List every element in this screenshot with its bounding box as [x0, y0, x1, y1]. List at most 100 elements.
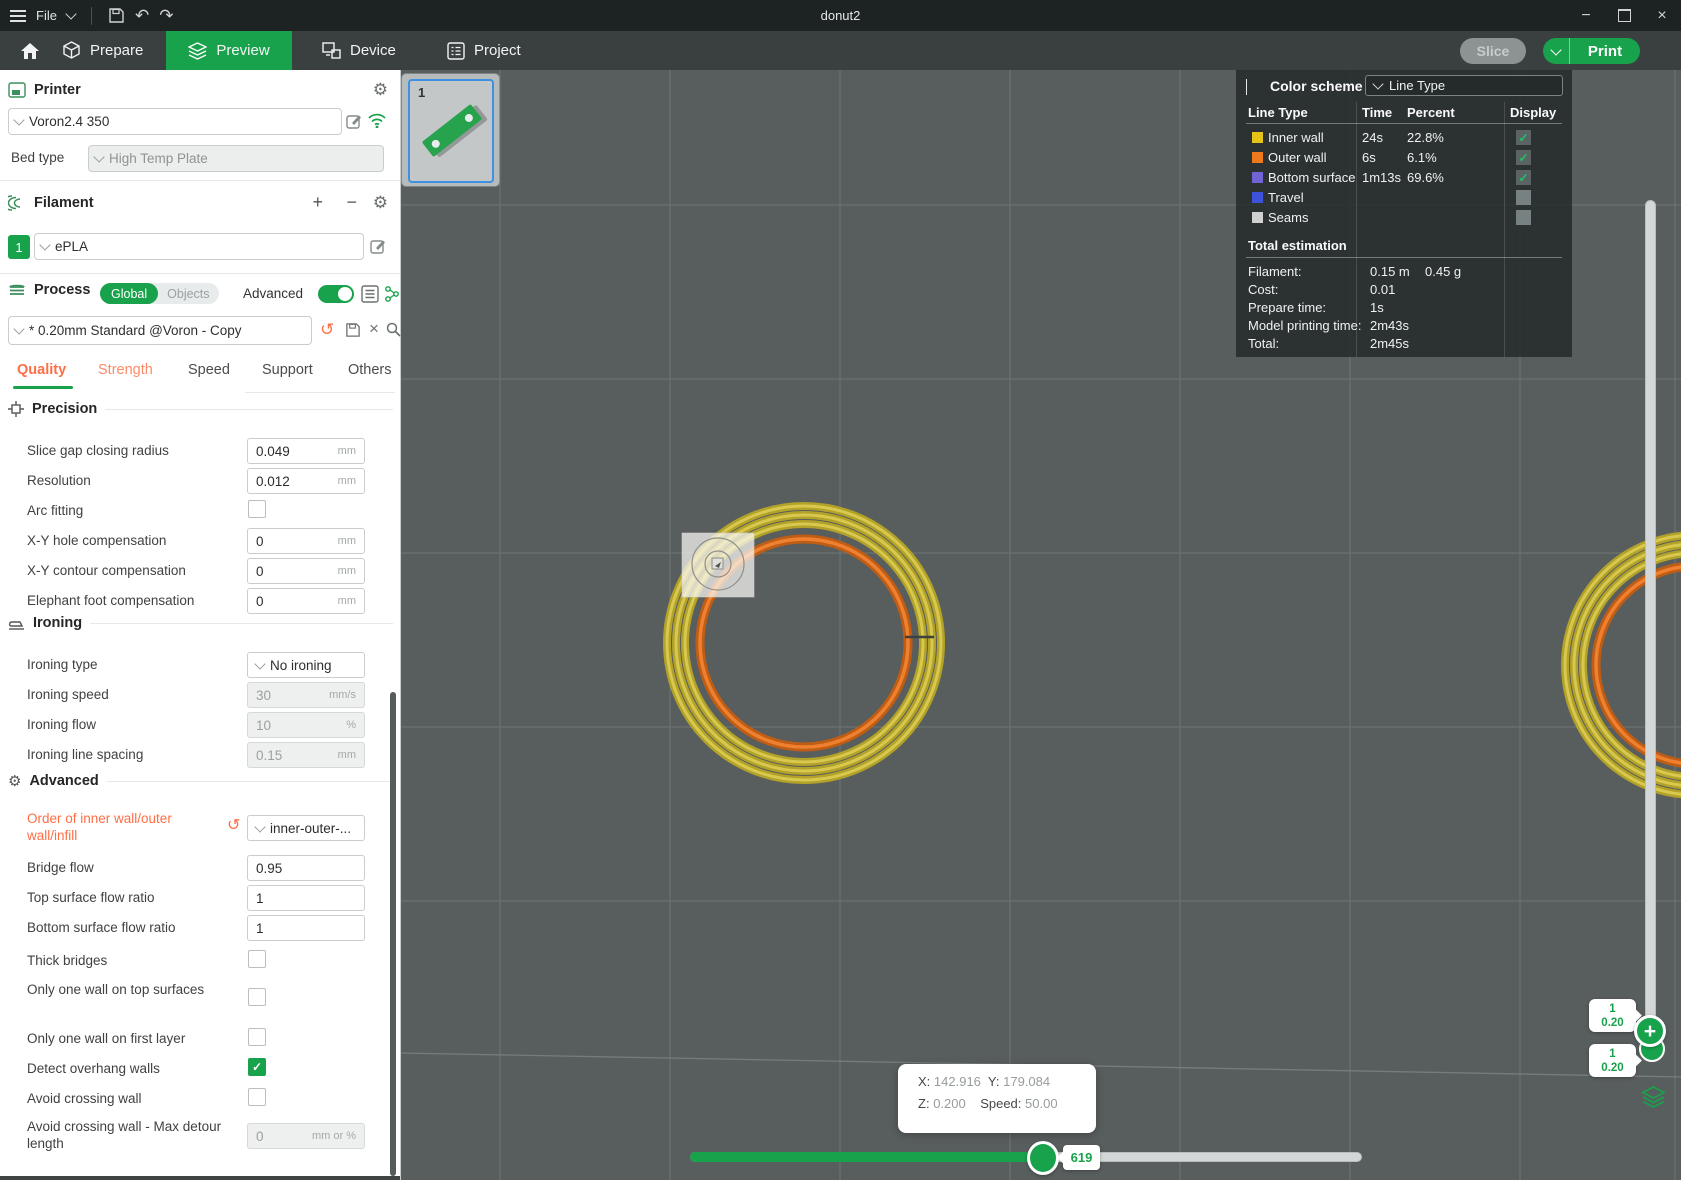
process-scope-switch[interactable]: Global Objects: [100, 283, 219, 304]
add-filament-button[interactable]: +: [305, 192, 331, 213]
redo-icon[interactable]: ↷: [159, 7, 173, 24]
only-one-wall-top-checkbox[interactable]: ✓: [248, 988, 266, 1006]
print-dropdown[interactable]: [1543, 38, 1570, 64]
ironing-icon: [8, 621, 24, 630]
project-icon: [447, 41, 465, 60]
tab-project[interactable]: Project: [447, 31, 521, 70]
remove-filament-button[interactable]: −: [339, 192, 365, 213]
line-type-percent: 69.6%: [1407, 170, 1444, 185]
color-scheme-mode-select[interactable]: Line Type: [1365, 75, 1563, 96]
collapse-panel-icon[interactable]: [1246, 79, 1247, 95]
display-checkbox[interactable]: ✓: [1516, 190, 1531, 205]
print-button[interactable]: Print: [1543, 38, 1640, 64]
resolution-input[interactable]: 0.012 mm: [247, 468, 365, 494]
tab-speed[interactable]: Speed: [188, 362, 230, 378]
save-preset-icon[interactable]: [345, 322, 361, 338]
tab-others[interactable]: Others: [348, 362, 392, 378]
setting-label: X-Y hole compensation: [27, 533, 167, 548]
advanced-mode-toggle[interactable]: [318, 285, 354, 303]
chevron-down-icon[interactable]: [65, 8, 77, 20]
setting-label: Resolution: [27, 473, 91, 488]
tab-support[interactable]: Support: [262, 362, 313, 378]
elephant-foot-compensation-input[interactable]: 0 mm: [247, 588, 365, 614]
preview-layers-icon: [188, 41, 208, 60]
bed-type-select[interactable]: High Temp Plate: [88, 145, 384, 172]
prime-tower[interactable]: [681, 532, 755, 598]
donut-model-2[interactable]: [1561, 531, 1681, 799]
layer-number: 1: [1609, 1047, 1616, 1060]
display-checkbox[interactable]: ✓: [1516, 130, 1531, 145]
layers-mode-icon[interactable]: [1641, 1086, 1666, 1109]
home-tab[interactable]: [8, 31, 52, 70]
tab-prepare[interactable]: Prepare: [62, 31, 143, 70]
printer-settings-gear-icon[interactable]: ⚙: [373, 80, 388, 100]
slice-button[interactable]: Slice: [1460, 38, 1526, 64]
z-value: 0.200: [933, 1096, 966, 1111]
tab-device[interactable]: Device: [322, 31, 396, 70]
display-checkbox[interactable]: ✓: [1516, 210, 1531, 225]
setting-label: Bridge flow: [27, 860, 94, 875]
move-slider-handle[interactable]: [1027, 1141, 1059, 1175]
printer-edit-icon[interactable]: [346, 113, 362, 129]
detect-overhang-walls-checkbox[interactable]: ✓: [248, 1058, 266, 1076]
color-scheme-panel: Color scheme Line Type Line Type Time Pe…: [1236, 70, 1572, 357]
printer-select[interactable]: Voron2.4 350: [8, 108, 342, 135]
wall-order-select[interactable]: inner-outer-...: [247, 815, 365, 841]
wifi-icon[interactable]: [367, 112, 387, 128]
layer-slider-upper-handle[interactable]: +: [1634, 1015, 1666, 1047]
chevron-down-icon: [39, 239, 51, 251]
plate-thumbnail-card[interactable]: 1: [402, 74, 499, 186]
filament-edit-icon[interactable]: [370, 238, 386, 254]
filament-settings-gear-icon[interactable]: ⚙: [373, 193, 388, 213]
setting-label: Ironing flow: [27, 717, 97, 732]
reset-preset-icon[interactable]: ↺: [320, 321, 334, 338]
xy-hole-compensation-input[interactable]: 0 mm: [247, 528, 365, 554]
slice-gap-input[interactable]: 0.049 mm: [247, 438, 365, 464]
tab-quality[interactable]: Quality: [17, 362, 66, 378]
process-compare-icon[interactable]: [384, 285, 400, 303]
top-surface-flow-input[interactable]: 1: [247, 885, 365, 911]
y-value: 179.084: [1003, 1074, 1051, 1089]
layer-height: 0.20: [1601, 1016, 1624, 1029]
column-header: Display: [1510, 105, 1557, 120]
estimation-value: 1s: [1370, 300, 1384, 315]
minimize-button[interactable]: −: [1567, 0, 1605, 31]
advanced-mode-label: Advanced: [243, 286, 304, 301]
filament-icon: [8, 194, 21, 211]
only-one-wall-first-layer-checkbox[interactable]: ✓: [248, 1028, 266, 1046]
scope-objects[interactable]: Objects: [158, 285, 218, 303]
avoid-crossing-wall-checkbox[interactable]: ✓: [248, 1088, 266, 1106]
bottom-surface-flow-input[interactable]: 1: [247, 915, 365, 941]
xy-contour-compensation-input[interactable]: 0 mm: [247, 558, 365, 584]
parameter-list-icon[interactable]: [361, 285, 379, 303]
arc-fitting-checkbox[interactable]: ✓: [248, 500, 266, 518]
thick-bridges-checkbox[interactable]: ✓: [248, 950, 266, 968]
chevron-down-icon: [254, 657, 266, 670]
search-icon[interactable]: [386, 322, 401, 337]
menu-icon[interactable]: [10, 9, 26, 22]
reset-setting-icon[interactable]: ↺: [227, 818, 240, 834]
close-button[interactable]: ×: [1643, 0, 1681, 31]
layer-slider-track[interactable]: [1645, 200, 1656, 1046]
tab-strength[interactable]: Strength: [98, 362, 153, 378]
ironing-type-select[interactable]: No ironing: [247, 652, 365, 678]
advanced-gear-icon: ⚙: [8, 772, 22, 790]
display-checkbox[interactable]: ✓: [1516, 170, 1531, 185]
display-checkbox[interactable]: ✓: [1516, 150, 1531, 165]
tab-preview[interactable]: Preview: [166, 31, 292, 70]
plate-thumbnail[interactable]: 1: [408, 79, 494, 183]
clear-preset-icon[interactable]: ×: [369, 319, 379, 339]
prepare-cube-icon: [63, 41, 80, 59]
estimation-value: 2m43s: [1370, 318, 1410, 333]
process-preset-select[interactable]: * 0.20mm Standard @Voron - Copy: [8, 316, 312, 345]
filament-select[interactable]: ePLA: [34, 233, 364, 260]
scope-global[interactable]: Global: [100, 283, 159, 304]
estimation-label: Filament:: [1248, 264, 1302, 279]
save-icon[interactable]: [108, 7, 125, 24]
bridge-flow-input[interactable]: 0.95: [247, 855, 365, 881]
undo-icon[interactable]: ↶: [135, 7, 149, 24]
settings-scrollbar[interactable]: [390, 692, 396, 1176]
maximize-button[interactable]: [1605, 0, 1643, 31]
chevron-down-icon: [93, 151, 105, 163]
file-menu[interactable]: File: [36, 8, 57, 23]
